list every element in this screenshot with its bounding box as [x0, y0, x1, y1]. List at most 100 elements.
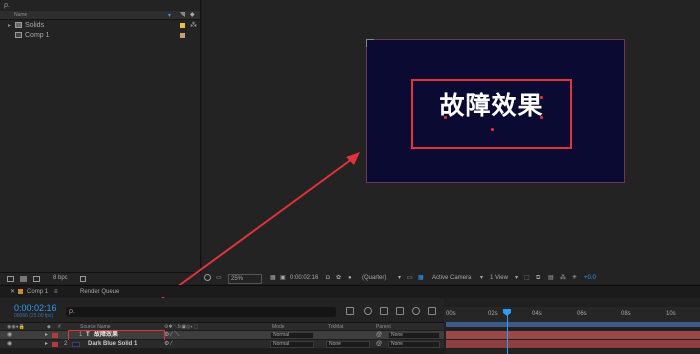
parent-pick-whip-icon[interactable]: @ — [376, 331, 382, 339]
parent-pick-whip-icon[interactable]: @ — [376, 340, 382, 348]
motion-blur-icon[interactable] — [412, 307, 420, 315]
comp-text-layer[interactable]: 故障效果 — [411, 86, 572, 126]
blend-mode-select[interactable]: Normal — [270, 331, 314, 339]
switches-column-icons[interactable]: ⚙✱＼fx▣◎◐⬚ — [164, 323, 198, 331]
work-area-bar[interactable] — [446, 322, 700, 327]
menu-icon[interactable]: ≡ — [54, 289, 58, 295]
trkmat-select[interactable]: None — [326, 340, 370, 348]
magnify-icon[interactable] — [204, 274, 211, 281]
composition-mini-flowchart-icon[interactable] — [346, 307, 354, 315]
timeline-icon[interactable]: ▤ — [548, 274, 554, 282]
project-search-input[interactable]: ρ. — [4, 2, 197, 10]
expand-triangle-icon[interactable]: ▸ — [45, 340, 48, 348]
transform-handle[interactable] — [491, 128, 494, 131]
timeline-scrollbar[interactable] — [446, 349, 700, 354]
grid-icon[interactable]: ▦ — [270, 274, 276, 282]
av-switches-icon[interactable]: ◉◉●🔒 — [7, 323, 25, 331]
chevron-down-icon[interactable]: ▾ — [480, 274, 483, 282]
current-time-display[interactable]: 0:00:02:16 — [14, 303, 57, 313]
search-icon: ρ. — [69, 308, 75, 315]
snapshot-icon[interactable]: ◘ — [326, 274, 330, 282]
timeline-search-input[interactable]: ρ. — [66, 307, 336, 317]
transform-handle[interactable] — [540, 96, 543, 99]
layer-column-header: ◉◉●🔒 ◆ # Source Name ⚙✱＼fx▣◎◐⬚ Mode TrkM… — [0, 322, 444, 330]
layer-duration-bar[interactable] — [446, 331, 700, 339]
number-column-icon[interactable]: # — [58, 323, 61, 331]
blend-mode-select[interactable]: Normal — [270, 340, 314, 348]
exposure-value[interactable]: +0.0 — [584, 274, 596, 282]
layer-row[interactable]: ◉ ▸ 1 T 故障效果 ⚙ ⁄ ＼ Normal @ None — [0, 331, 444, 339]
sort-chevron-icon[interactable]: ▾ — [168, 12, 171, 19]
new-composition-icon[interactable] — [33, 276, 40, 282]
label-color-swatch[interactable] — [52, 341, 58, 347]
corner-marker — [366, 39, 374, 47]
chevron-down-icon[interactable]: ▾ — [398, 274, 401, 282]
layer-duration-bar[interactable] — [446, 340, 700, 348]
tab-render-queue[interactable]: Render Queue — [80, 287, 119, 297]
graph-editor-icon[interactable] — [428, 307, 436, 315]
color-channel-icon[interactable]: ● — [348, 274, 352, 282]
visibility-eye-icon[interactable]: ◉ — [7, 331, 12, 339]
region-of-interest-icon[interactable]: ▭ — [407, 274, 413, 282]
frame-blending-icon[interactable] — [396, 307, 404, 315]
project-item-label: Solids — [25, 22, 45, 29]
composition-icon — [15, 32, 22, 38]
parent-column[interactable]: Parent — [376, 323, 391, 331]
fast-preview-icon[interactable]: ⧉ — [536, 274, 540, 282]
layer-name[interactable]: Dark Blue Solid 1 — [88, 340, 137, 348]
project-footer: 8 bpc — [0, 272, 201, 284]
zoom-select[interactable]: 25% — [228, 274, 262, 284]
ruler-tick: 00s — [446, 311, 456, 317]
viewer-timecode[interactable]: 0:00:02:16 — [290, 274, 318, 282]
label-column-icon[interactable]: ◆ — [47, 323, 51, 331]
playhead-line[interactable] — [507, 310, 508, 354]
interpret-footage-icon[interactable] — [7, 276, 14, 282]
name-column-header[interactable]: Name — [14, 12, 27, 18]
draft-3d-icon[interactable] — [364, 307, 372, 315]
channel-icon[interactable]: ⬚ — [524, 274, 530, 282]
time-ruler[interactable] — [444, 307, 700, 322]
trash-icon[interactable] — [80, 276, 86, 282]
layer-number: 2 — [64, 341, 68, 347]
chevron-down-icon[interactable]: ▾ — [515, 274, 518, 282]
layer-row[interactable]: ◉ ▸ 2 Dark Blue Solid 1 ⚙ ⁄ Normal None … — [0, 340, 444, 348]
visibility-eye-icon[interactable]: ◉ — [7, 340, 12, 348]
display-icon[interactable]: ▭ — [216, 274, 222, 282]
tab-label: Comp 1 — [27, 289, 49, 295]
label-tag-icon[interactable] — [180, 12, 185, 17]
trkmat-column[interactable]: TrkMat — [328, 323, 343, 331]
label-color-swatch[interactable] — [180, 33, 185, 38]
new-folder-icon[interactable] — [20, 276, 27, 282]
label-color-swatch[interactable] — [52, 332, 58, 338]
resolution-select[interactable]: (Quarter) — [362, 274, 386, 282]
bpc-label[interactable]: 8 bpc — [53, 275, 68, 281]
camera-select[interactable]: Active Camera — [432, 274, 471, 282]
tab-comp-1[interactable]: ✕ Comp 1 ≡ — [10, 287, 58, 297]
transform-handle[interactable] — [444, 116, 447, 119]
flowchart-icon[interactable]: ⁂ — [560, 274, 566, 282]
view-layout-select[interactable]: 1 View — [490, 274, 508, 282]
collapse-switch-icon[interactable]: ⚙ ⁄ ＼ — [164, 331, 180, 339]
collapse-switch-icon[interactable]: ⚙ ⁄ — [164, 340, 172, 348]
project-item-solids[interactable]: ▸ Solids ⁂ — [0, 21, 200, 30]
expand-triangle-icon[interactable]: ▸ — [8, 22, 11, 29]
ruler-tick: 04s — [532, 311, 542, 317]
expand-triangle-icon[interactable]: ▸ — [45, 331, 48, 339]
exposure-reset-icon[interactable]: ✳ — [572, 274, 577, 282]
project-column-header: Name ▾ ◆ — [0, 11, 200, 20]
transform-handle[interactable] — [540, 116, 543, 119]
search-icon: ρ. — [4, 2, 10, 9]
label-color-swatch[interactable] — [180, 23, 185, 28]
composition-icon — [18, 288, 24, 294]
mode-column[interactable]: Mode — [272, 323, 285, 331]
close-icon[interactable]: ✕ — [10, 289, 15, 295]
mask-icon[interactable]: ▣ — [280, 274, 286, 282]
shy-layers-icon[interactable] — [380, 307, 388, 315]
show-snapshot-icon[interactable]: ✿ — [336, 274, 341, 282]
folder-icon — [15, 22, 22, 28]
ruler-tick: 02s — [488, 311, 498, 317]
parent-select[interactable]: None — [388, 340, 440, 348]
project-item-comp[interactable]: Comp 1 — [0, 31, 200, 40]
transparency-grid-icon[interactable]: ▦ — [418, 274, 424, 282]
parent-select[interactable]: None — [388, 331, 440, 339]
